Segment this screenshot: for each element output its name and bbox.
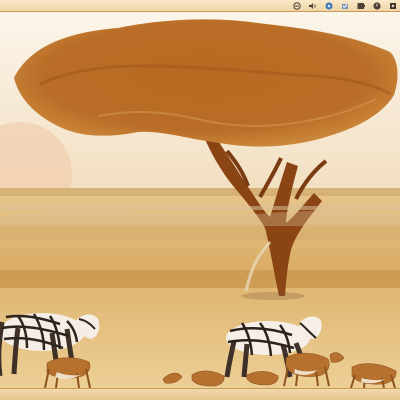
top-panel (0, 0, 400, 12)
update-icon[interactable] (340, 1, 350, 11)
system-tray (292, 0, 398, 12)
power-icon[interactable] (372, 1, 382, 11)
bottom-panel (0, 388, 400, 400)
desktop-wallpaper (0, 12, 400, 388)
savanna-scene (0, 12, 400, 388)
battery-icon[interactable] (356, 1, 366, 11)
tree-canopy (14, 19, 398, 147)
chat-icon[interactable] (324, 1, 334, 11)
session-icon[interactable] (388, 1, 398, 11)
network-icon[interactable] (292, 1, 302, 11)
volume-icon[interactable] (308, 1, 318, 11)
